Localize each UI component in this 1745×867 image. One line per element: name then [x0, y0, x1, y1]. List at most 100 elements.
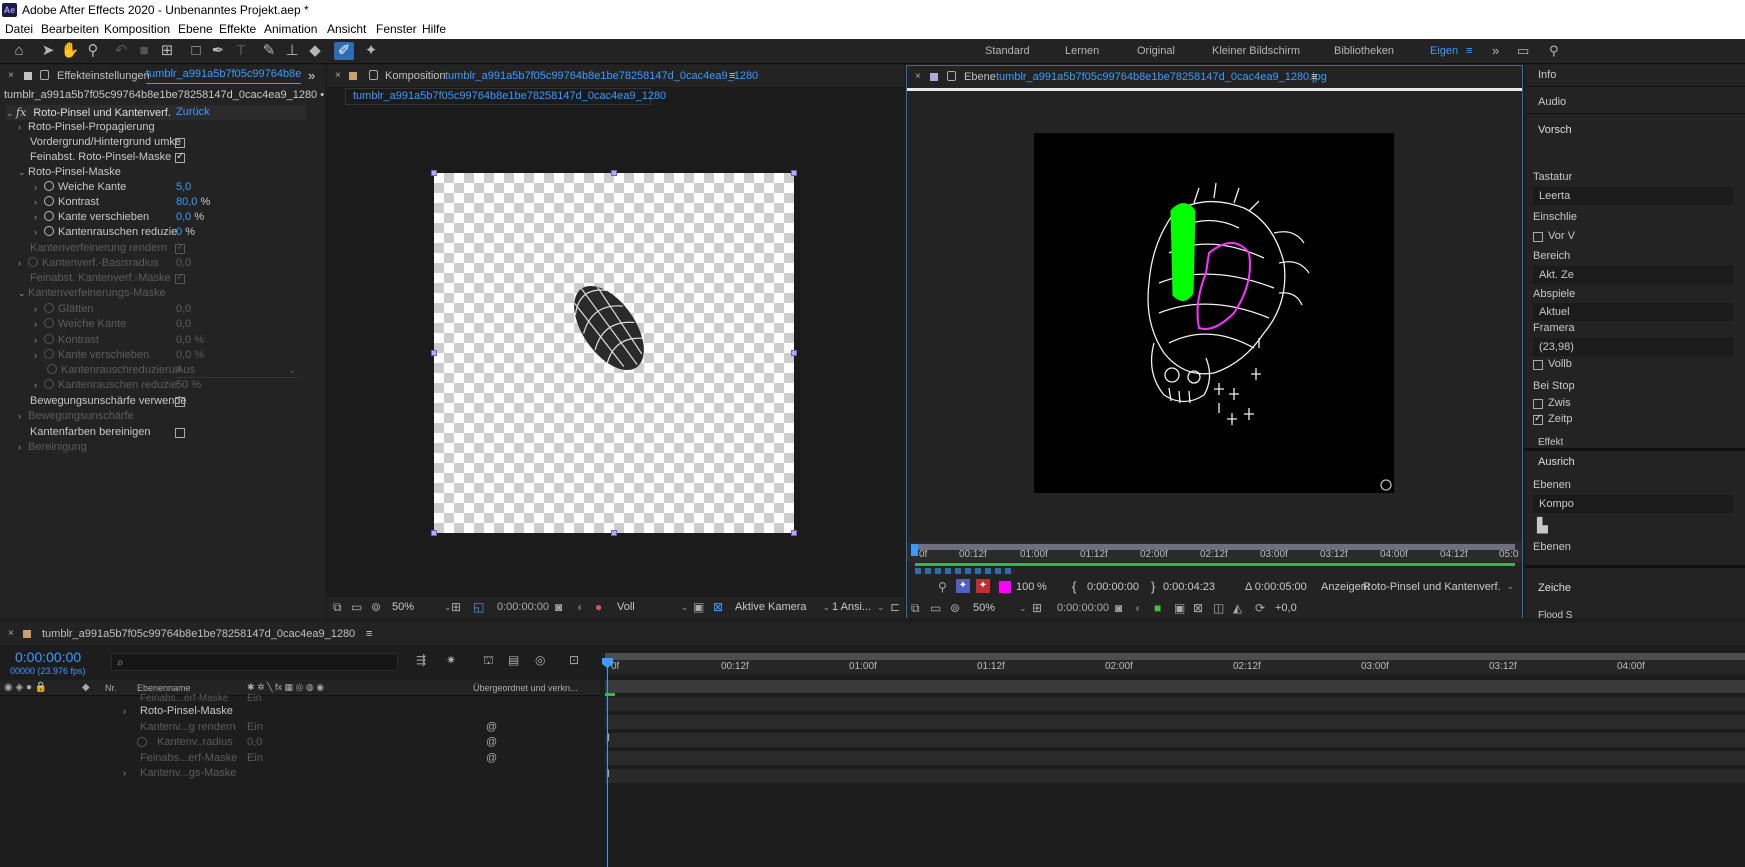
background-brush-icon[interactable]: ✦	[976, 579, 990, 593]
clone-stamp-tool-icon[interactable]: ⊥	[282, 42, 302, 60]
cleanup-group[interactable]: › Bereinigung	[18, 440, 87, 455]
walk-icon[interactable]: ⚲	[938, 580, 947, 594]
layer-bar[interactable]	[605, 680, 1745, 693]
monitor-icon[interactable]: ▭	[351, 600, 362, 614]
overlay-color-swatch[interactable]	[999, 581, 1011, 593]
stopwatch-icon[interactable]	[44, 181, 54, 191]
composition-current-time[interactable]: 0:00:00:00	[497, 601, 549, 613]
menu-datei[interactable]: Datei	[5, 22, 33, 36]
close-icon[interactable]: ×	[915, 66, 921, 88]
shift-edge2-value-wrap[interactable]: 0,0 %	[176, 348, 204, 363]
chatter2-value-wrap[interactable]: 50 %	[176, 378, 201, 393]
workspace-bibliotheken[interactable]: Bibliotheken	[1334, 45, 1394, 57]
align-panel-header[interactable]: Ausrich	[1538, 456, 1575, 468]
safe-zones-icon[interactable]: ◱	[473, 600, 484, 614]
show-snapshot-icon[interactable]: ◐	[577, 600, 584, 614]
zeitp-checkbox[interactable]	[1533, 413, 1543, 425]
roto-propagation-group[interactable]: › Roto-Pinsel-Propagierung	[18, 120, 155, 135]
comp-mini-flowchart-icon[interactable]: ⇶	[416, 653, 426, 667]
transform-handle[interactable]	[431, 350, 437, 356]
home-icon[interactable]: ⌂	[9, 42, 29, 60]
fine-edge-checkbox[interactable]	[175, 272, 185, 284]
menu-ansicht[interactable]: Ansicht	[327, 22, 366, 36]
pickwhip-icon[interactable]: @	[486, 735, 497, 750]
shy-layers-icon[interactable]: ⛫	[483, 653, 494, 669]
layer-zoom-dropdown[interactable]: 50% ⌄	[973, 602, 1027, 614]
layer-current-time[interactable]: 0:00:00:00	[1057, 602, 1109, 614]
out-point-bracket-icon[interactable]: }	[1151, 579, 1155, 594]
lock-icon[interactable]	[40, 70, 49, 80]
roto-brush-tool-icon[interactable]: ✐	[334, 42, 354, 60]
in-point-bracket-icon[interactable]: {	[1072, 579, 1076, 594]
motion-blur-checkbox[interactable]	[175, 397, 185, 407]
views-dropdown[interactable]: 1 Ansi... ⌄	[832, 601, 885, 613]
color-channels-icon[interactable]: ●	[595, 600, 602, 614]
play-from-dropdown[interactable]: Aktuel	[1533, 303, 1733, 321]
timeline-tab[interactable]: × tumblr_a991a5b7f05c99764b8e1be78258147…	[0, 623, 1745, 645]
preview-panel-header[interactable]: Vorsch	[1525, 120, 1745, 142]
toggle-mask-icon[interactable]: ◫	[1213, 601, 1224, 615]
timeline-row[interactable]: › Roto-Pinsel-Maske	[0, 704, 540, 719]
layer-tab[interactable]: × Ebene tumblr_a991a5b7f05c99764b8e1be78…	[907, 66, 1522, 91]
layer-tab-file[interactable]: tumblr_a991a5b7f05c99764b8e1be78258147d_…	[996, 66, 1327, 88]
smooth-value[interactable]: 0,0	[176, 302, 191, 317]
contrast-value[interactable]: 80,0	[176, 196, 197, 208]
swap-fg-bg-checkbox[interactable]	[175, 138, 185, 148]
effects-panel-header-cut[interactable]: Effekt	[1538, 437, 1563, 445]
close-icon[interactable]: ×	[8, 65, 14, 87]
column-nr[interactable]: Nr.	[105, 683, 117, 693]
panel-menu-icon[interactable]: ≡	[729, 65, 735, 87]
timeline-row[interactable]: Kantenv...g rendern Ein @	[0, 720, 540, 735]
reset-exposure-icon[interactable]: ⟳	[1255, 601, 1265, 615]
selection-tool-icon[interactable]: ➤	[38, 42, 58, 60]
menu-animation[interactable]: Animation	[264, 22, 317, 36]
pan-behind-tool-icon[interactable]: ⊞	[157, 42, 177, 60]
workspace-eigen[interactable]: Eigen	[1430, 45, 1458, 57]
fit-icon[interactable]: ⊞	[451, 600, 461, 614]
mask-view-icon[interactable]: ⊚	[371, 600, 381, 614]
timeline-row[interactable]: Feinabs...erf-Maske Ein @	[0, 751, 540, 766]
workspace-lernen[interactable]: Lernen	[1065, 45, 1099, 57]
panel-menu-icon[interactable]: ≡	[1311, 66, 1317, 88]
zwis-checkbox[interactable]	[1533, 399, 1543, 409]
effect-reset-link[interactable]: Zurück	[176, 105, 210, 120]
panel-overflow-icon[interactable]: »	[308, 65, 315, 87]
close-icon[interactable]: ×	[8, 623, 14, 645]
layer-out-time[interactable]: 0:00:04:23	[1163, 581, 1215, 593]
monitor-icon[interactable]: ▭	[930, 601, 941, 615]
composition-tab-file[interactable]: tumblr_a991a5b7f05c99764b8e1be78258147d_…	[445, 65, 758, 87]
camera-tool-icon[interactable]: ■	[134, 42, 154, 60]
fx-icon[interactable]: fx	[16, 106, 26, 119]
feather2-value[interactable]: 0,0	[176, 317, 191, 332]
hand-tool-icon[interactable]: ✋	[60, 42, 80, 60]
effect-header-row[interactable]: ⌄ fx Roto-Pinsel und Kantenverf. Zurück	[6, 105, 306, 120]
layer-viewer[interactable]	[1034, 133, 1394, 493]
playhead-line[interactable]	[607, 658, 608, 867]
transform-handle[interactable]	[791, 170, 797, 176]
menu-hilfe[interactable]: Hilfe	[422, 22, 446, 36]
color-channels-icon[interactable]: ■	[1154, 601, 1161, 615]
workspace-original[interactable]: Original	[1137, 45, 1175, 57]
text-tool-icon[interactable]: T	[231, 42, 251, 60]
rectangle-tool-icon[interactable]: □	[186, 42, 206, 60]
edge-matte-group[interactable]: ⌄ Kantenverfeinerungs-Maske	[18, 286, 166, 301]
motion-blur-icon[interactable]: ◎	[535, 653, 545, 667]
keyframe-marker-icon[interactable]: I	[607, 732, 610, 744]
close-icon[interactable]: ×	[335, 65, 341, 87]
lock-icon[interactable]	[369, 70, 378, 80]
info-panel-header[interactable]: Info	[1525, 65, 1745, 87]
timeline-search-input[interactable]: ⌕	[111, 653, 398, 671]
eraser-tool-icon[interactable]: ◆	[305, 42, 325, 60]
transform-handle[interactable]	[791, 530, 797, 536]
pickwhip-icon[interactable]: @	[486, 751, 497, 766]
stopwatch-icon[interactable]	[44, 226, 54, 236]
contrast2-value-wrap[interactable]: 0,0 %	[176, 333, 204, 348]
shortcut-dropdown[interactable]: Leerta	[1533, 187, 1733, 205]
camera-dropdown[interactable]: Aktive Kamera ⌄	[735, 601, 830, 613]
transform-handle[interactable]	[611, 170, 617, 176]
pin-icon[interactable]: ◭	[1233, 601, 1242, 615]
zoom-tool-icon[interactable]: ⚲	[83, 42, 103, 60]
composition-canvas[interactable]	[434, 173, 794, 533]
align-to-dropdown[interactable]: Kompo	[1533, 495, 1733, 513]
snapshot-icon[interactable]: ◙	[1115, 601, 1122, 615]
